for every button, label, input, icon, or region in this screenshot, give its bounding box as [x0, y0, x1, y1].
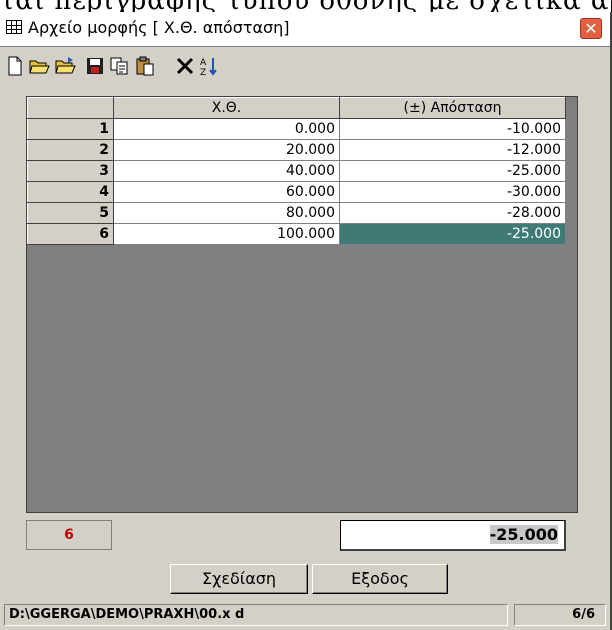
row-header[interactable]: 6: [27, 223, 114, 245]
toolbar: AZ: [0, 47, 610, 87]
window-title: Αρχείο μορφής [ Χ.Θ. απόσταση]: [28, 18, 290, 37]
sort-button[interactable]: AZ: [198, 55, 220, 78]
row-header[interactable]: 4: [27, 181, 114, 203]
xth-cell[interactable]: 100.000: [113, 223, 340, 245]
new-file-button[interactable]: [4, 55, 26, 77]
paste-icon: [136, 56, 154, 76]
distance-cell[interactable]: -10.000: [339, 118, 566, 140]
status-bar: D:\GGERGA\DEMO\PRAXH\00.x d 6/6: [0, 602, 610, 628]
distance-cell[interactable]: -25.000: [339, 160, 566, 182]
table-row: 4 60.000 -30.000: [27, 181, 566, 203]
open-file-alt-button[interactable]: [54, 55, 76, 77]
value-edit-field[interactable]: -25.000: [340, 520, 566, 551]
row-header[interactable]: 1: [27, 118, 114, 140]
column-header-xth[interactable]: Χ.Θ.: [113, 97, 340, 119]
value-edit-text: -25.000: [489, 525, 558, 544]
close-icon: ✕: [584, 19, 598, 38]
delete-icon: [176, 57, 194, 75]
column-header-distance[interactable]: (±) Απόσταση: [339, 97, 566, 119]
copy-button[interactable]: [108, 55, 130, 77]
grid-corner[interactable]: [27, 97, 114, 119]
table-icon: [6, 20, 22, 34]
row-header[interactable]: 5: [27, 202, 114, 224]
open-folder-icon: [29, 60, 50, 74]
row-header[interactable]: 2: [27, 139, 114, 161]
table-row: 1 0.000 -10.000: [27, 118, 566, 140]
xth-cell[interactable]: 60.000: [113, 181, 340, 203]
table-row: 6 100.000 -25.000: [27, 223, 566, 245]
new-file-icon: [8, 56, 22, 76]
data-grid[interactable]: Χ.Θ. (±) Απόσταση 1 0.000 -10.000 2 20.0…: [26, 96, 578, 513]
table-row: 3 40.000 -25.000: [27, 160, 566, 182]
copy-icon: [110, 57, 128, 75]
draw-button[interactable]: Σχεδίαση: [170, 564, 308, 594]
save-icon: [87, 58, 103, 74]
xth-cell[interactable]: 80.000: [113, 202, 340, 224]
sort-az-icon: AZ: [200, 58, 217, 78]
distance-cell[interactable]: -30.000: [339, 181, 566, 203]
close-button[interactable]: ✕: [580, 18, 602, 39]
svg-text:A: A: [200, 58, 207, 68]
open-file-button[interactable]: [28, 55, 50, 77]
xth-cell[interactable]: 0.000: [113, 118, 340, 140]
distance-cell-selected[interactable]: -25.000: [339, 223, 566, 245]
table-row: 5 80.000 -28.000: [27, 202, 566, 224]
open-folder-alt-icon: [55, 57, 76, 74]
xth-cell[interactable]: 40.000: [113, 160, 340, 182]
current-row-indicator: 6: [26, 520, 112, 550]
status-file-path: D:\GGERGA\DEMO\PRAXH\00.x d: [4, 604, 508, 626]
exit-button[interactable]: Εξοδος: [312, 564, 448, 594]
svg-text:Z: Z: [200, 68, 206, 77]
status-record-count: 6/6: [514, 604, 606, 626]
delete-button[interactable]: [174, 55, 196, 77]
title-bar: Αρχείο μορφής [ Χ.Θ. απόσταση] ✕: [0, 12, 610, 47]
row-header[interactable]: 3: [27, 160, 114, 182]
data-file-window: Αρχείο μορφής [ Χ.Θ. απόσταση] ✕ AZ Χ.Θ.…: [0, 12, 612, 630]
save-button[interactable]: [84, 55, 106, 77]
paste-button[interactable]: [134, 55, 156, 77]
distance-cell[interactable]: -28.000: [339, 202, 566, 224]
grid-header-row: Χ.Θ. (±) Απόσταση: [27, 97, 566, 119]
table-row: 2 20.000 -12.000: [27, 139, 566, 161]
background-text: ται περιγραφής τύπου οθόνης με σχετικά α…: [0, 0, 612, 12]
distance-cell[interactable]: -12.000: [339, 139, 566, 161]
xth-cell[interactable]: 20.000: [113, 139, 340, 161]
